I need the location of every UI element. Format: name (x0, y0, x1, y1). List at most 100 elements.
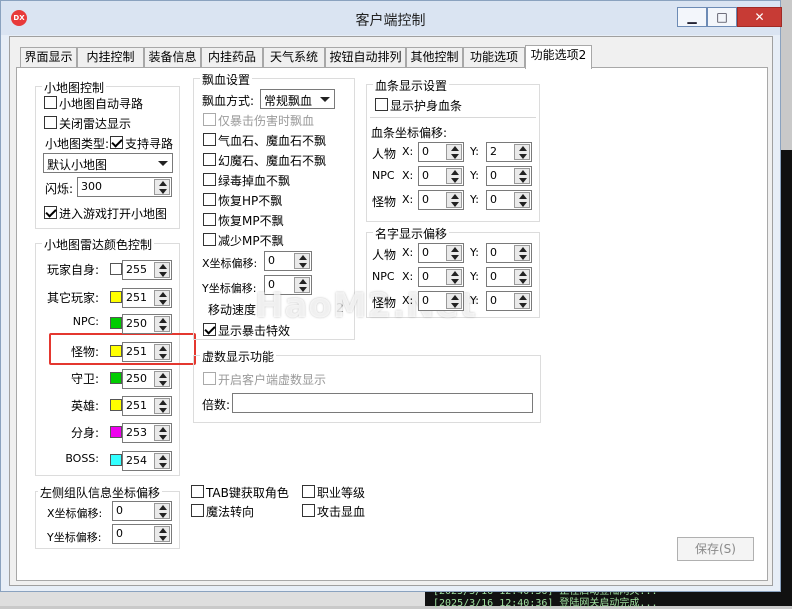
float-option-checkbox[interactable] (203, 213, 216, 226)
spin-arrows-icon[interactable] (154, 425, 170, 441)
radar-color-spinner[interactable]: 255 (122, 260, 172, 280)
title-bar[interactable]: DX 客户端控制 ▁ □ ✕ (1, 1, 782, 35)
spin-arrows-icon[interactable] (446, 144, 462, 160)
tab-function-options[interactable]: 功能选项 (463, 47, 525, 68)
spin-arrows-icon[interactable] (514, 245, 530, 261)
crit-effect-checkbox[interactable] (203, 323, 216, 336)
spin-arrows-icon[interactable] (514, 293, 530, 309)
spin-arrows-icon[interactable] (154, 371, 170, 387)
job-level-checkbox[interactable] (302, 485, 315, 498)
team-x-spinner[interactable]: 0 (112, 501, 172, 521)
tab-button-arrange[interactable]: 按钮自动排列 (325, 47, 406, 68)
spin-arrows-icon[interactable] (514, 168, 530, 184)
name-offset-y-spinner[interactable]: 0 (486, 291, 532, 311)
tab-get-role-checkbox[interactable] (191, 485, 204, 498)
hp-bar-y-spinner[interactable]: 0 (486, 190, 532, 210)
tab-function-options-2[interactable]: 功能选项2 (525, 45, 592, 69)
checkbox-label: 魔法转向 (206, 505, 255, 519)
color-swatch[interactable] (110, 426, 122, 438)
radar-color-spinner[interactable]: 250 (122, 369, 172, 389)
float-option-checkbox[interactable] (203, 113, 216, 126)
tab-equipment-info[interactable]: 装备信息 (144, 47, 201, 68)
coord-row-label: 人物 (372, 248, 397, 262)
team-y-spinner[interactable]: 0 (112, 524, 172, 544)
group-title: 小地图雷达颜色控制 (42, 236, 155, 253)
tab-interface-display[interactable]: 界面显示 (20, 47, 77, 68)
radar-row-label: 怪物: (70, 345, 99, 359)
radar-color-spinner[interactable]: 250 (122, 314, 172, 334)
spin-arrows-icon[interactable] (154, 316, 170, 332)
hp-bar-x-spinner[interactable]: 0 (418, 190, 464, 210)
spin-arrows-icon[interactable] (294, 253, 310, 269)
name-offset-x-spinner[interactable]: 0 (418, 243, 464, 263)
float-option-checkbox[interactable] (203, 193, 216, 206)
maximize-button[interactable]: □ (707, 7, 737, 27)
minimize-button[interactable]: ▁ (677, 7, 707, 27)
spin-arrows-icon[interactable] (446, 293, 462, 309)
support-path-checkbox[interactable] (110, 136, 123, 149)
float-mode-select[interactable]: 常规飘血 (260, 89, 335, 109)
color-swatch[interactable] (110, 345, 122, 357)
checkbox-label: 仅暴击伤害时飘血 (218, 114, 315, 128)
checkbox-label: 小地图自动寻路 (59, 97, 144, 111)
radar-color-spinner[interactable]: 251 (122, 396, 172, 416)
color-swatch[interactable] (110, 263, 122, 275)
radar-row-label: 其它玩家: (46, 291, 99, 305)
spin-arrows-icon[interactable] (514, 144, 530, 160)
radar-color-spinner[interactable]: 251 (122, 342, 172, 362)
spin-arrows-icon[interactable] (154, 179, 170, 195)
hp-bar-y-spinner[interactable]: 0 (486, 166, 532, 186)
spin-arrows-icon[interactable] (154, 290, 170, 306)
magic-turn-checkbox[interactable] (191, 504, 204, 517)
spin-arrows-icon[interactable] (154, 453, 170, 469)
group-title: 飘血设置 (200, 71, 253, 88)
flash-spinner[interactable]: 300 (77, 177, 172, 197)
float-x-spinner[interactable]: 0 (264, 251, 312, 271)
name-offset-x-spinner[interactable]: 0 (418, 291, 464, 311)
attack-show-hp-checkbox[interactable] (302, 504, 315, 517)
hp-bar-x-spinner[interactable]: 0 (418, 142, 464, 162)
tab-other-control[interactable]: 其他控制 (406, 47, 463, 68)
float-option-checkbox[interactable] (203, 233, 216, 246)
multiplier-input[interactable] (232, 393, 533, 413)
spin-arrows-icon[interactable] (446, 168, 462, 184)
show-self-hp-checkbox[interactable] (375, 98, 388, 111)
virtual-number-checkbox[interactable] (203, 372, 216, 385)
save-button[interactable]: 保存(S) (677, 537, 754, 561)
spin-arrows-icon[interactable] (154, 526, 170, 542)
color-swatch[interactable] (110, 317, 122, 329)
minimap-auto-path-checkbox[interactable] (44, 96, 57, 109)
close-radar-checkbox[interactable] (44, 116, 57, 129)
float-option-checkbox[interactable] (203, 153, 216, 166)
float-option-checkbox[interactable] (203, 133, 216, 146)
spin-arrows-icon[interactable] (514, 269, 530, 285)
select-value: 默认小地图 (47, 158, 108, 172)
float-option-checkbox[interactable] (203, 173, 216, 186)
color-swatch[interactable] (110, 399, 122, 411)
spin-arrows-icon[interactable] (446, 192, 462, 208)
name-offset-x-spinner[interactable]: 0 (418, 267, 464, 287)
spin-arrows-icon[interactable] (446, 269, 462, 285)
spin-arrows-icon[interactable] (154, 344, 170, 360)
color-swatch[interactable] (110, 291, 122, 303)
name-offset-y-spinner[interactable]: 0 (486, 243, 532, 263)
spin-arrows-icon[interactable] (446, 245, 462, 261)
spin-arrows-icon[interactable] (154, 503, 170, 519)
color-swatch[interactable] (110, 454, 122, 466)
hp-bar-y-spinner[interactable]: 2 (486, 142, 532, 162)
tab-plugin-control[interactable]: 内挂控制 (77, 47, 144, 68)
name-offset-y-spinner[interactable]: 0 (486, 267, 532, 287)
radar-color-spinner[interactable]: 254 (122, 451, 172, 471)
radar-color-spinner[interactable]: 251 (122, 288, 172, 308)
spin-arrows-icon[interactable] (514, 192, 530, 208)
minimap-type-select[interactable]: 默认小地图 (43, 153, 173, 173)
tab-weather-system[interactable]: 天气系统 (263, 47, 325, 68)
close-button[interactable]: ✕ (737, 7, 782, 27)
open-on-enter-checkbox[interactable] (44, 206, 57, 219)
radar-color-spinner[interactable]: 253 (122, 423, 172, 443)
spin-arrows-icon[interactable] (154, 262, 170, 278)
spin-arrows-icon[interactable] (154, 398, 170, 414)
tab-plugin-potions[interactable]: 内挂药品 (201, 47, 263, 68)
hp-bar-x-spinner[interactable]: 0 (418, 166, 464, 186)
color-swatch[interactable] (110, 372, 122, 384)
